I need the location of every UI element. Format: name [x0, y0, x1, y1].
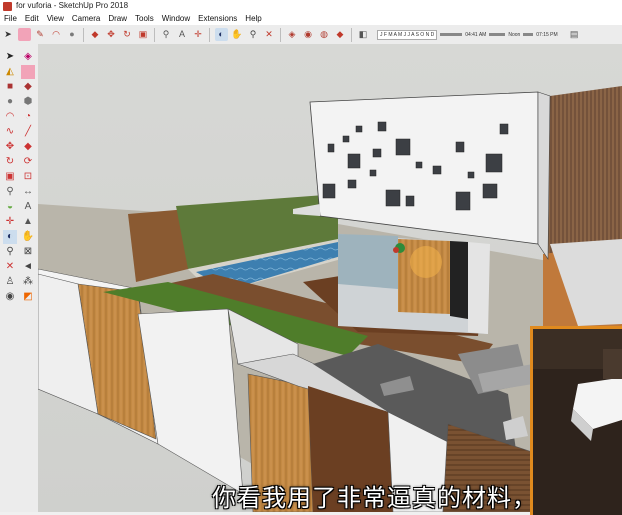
move-icon[interactable]: ✥ [3, 140, 17, 154]
eraser-alt-icon[interactable] [21, 65, 35, 79]
menu-edit[interactable]: Edit [21, 12, 43, 25]
section-plane-icon[interactable]: ◩ [21, 290, 35, 304]
circle-icon[interactable]: ● [3, 95, 17, 109]
rectangle-icon[interactable]: ■ [3, 80, 17, 94]
previous-view-icon[interactable]: ◄ [21, 260, 35, 274]
webcam-feed [533, 329, 622, 515]
ruby-icon[interactable]: ◆ [334, 28, 347, 41]
menu-tools[interactable]: Tools [131, 12, 158, 25]
look-around-icon[interactable]: ◉ [3, 290, 17, 304]
walk-icon[interactable]: ⁂ [21, 275, 35, 289]
polygon-icon[interactable]: ⬢ [21, 95, 35, 109]
toolbar-separator [209, 27, 210, 42]
zoom-extents-icon[interactable]: ✕ [263, 28, 276, 41]
menu-camera[interactable]: Camera [68, 12, 104, 25]
orbit-icon[interactable]: ◐ [214, 28, 228, 41]
offset-icon[interactable]: ▣ [137, 28, 150, 41]
menu-help[interactable]: Help [241, 12, 265, 25]
freehand-icon[interactable]: ∿ [3, 125, 17, 139]
push-pull-icon[interactable]: ◆ [21, 140, 35, 154]
arc-icon[interactable]: ◠ [50, 28, 63, 41]
circle-icon[interactable]: ● [66, 28, 79, 41]
3d-text-icon[interactable]: ▲ [21, 215, 35, 229]
sketchup-icon [3, 1, 12, 11]
video-subtitle: 你看我用了非常逼真的材料， [212, 484, 537, 512]
shadow-time-track-2[interactable] [523, 33, 534, 36]
orbit-icon[interactable]: ◐ [3, 230, 17, 244]
zoom-icon[interactable]: ⚲ [3, 245, 17, 259]
position-camera-icon[interactable]: ♙ [3, 275, 17, 289]
zoom-icon[interactable]: ⚲ [247, 28, 260, 41]
pan-icon[interactable]: ✋ [21, 230, 35, 244]
move-icon[interactable]: ✥ [105, 28, 118, 41]
shadow-time-end: 07:15 PM [536, 31, 558, 38]
select-icon[interactable]: ➤ [3, 50, 17, 64]
menu-extensions[interactable]: Extensions [194, 12, 241, 25]
offset-icon[interactable]: ⊡ [21, 170, 35, 184]
menu-bar: File Edit View Camera Draw Tools Window … [0, 12, 622, 25]
shadow-month-slider[interactable]: J F M A M J J A S O N D [377, 29, 438, 40]
text-icon[interactable]: A [176, 28, 189, 41]
webcam-overlay [530, 326, 622, 515]
eraser-icon[interactable]: ◈ [21, 50, 35, 64]
menu-view[interactable]: View [43, 12, 68, 25]
toolbar-separator [83, 27, 84, 42]
scale-icon[interactable]: ▣ [3, 170, 17, 184]
toolbar-separator [351, 27, 352, 42]
text-icon[interactable]: A [21, 200, 35, 214]
follow-me-icon[interactable]: ⟳ [21, 155, 35, 169]
menu-window[interactable]: Window [158, 12, 194, 25]
shadow-time-noon: Noon [508, 31, 521, 38]
menu-draw[interactable]: Draw [104, 12, 131, 25]
rotate-icon[interactable]: ↻ [121, 28, 134, 41]
extension-icon[interactable]: ◉ [302, 28, 315, 41]
main-toolbar: ➤ ✎ ◠ ● ◆ ✥ ↻ ▣ ⚲ A ✛ ◐ ✋ ⚲ ✕ ◈ ◉ ◍ ◆ ◧ … [0, 25, 622, 45]
line-icon[interactable]: ╱ [21, 125, 35, 139]
toolbar-separator [280, 27, 281, 42]
title-bar: for vuforia - SketchUp Pro 2018 [0, 0, 622, 12]
settings-icon[interactable]: ▤ [568, 28, 581, 41]
rotated-rectangle-icon[interactable]: ◆ [21, 80, 35, 94]
pencil-icon[interactable]: ✎ [34, 28, 47, 41]
dimension-icon[interactable]: ↔ [21, 185, 35, 199]
menu-file[interactable]: File [0, 12, 21, 25]
zoom-window-icon[interactable]: ⊠ [21, 245, 35, 259]
push-pull-icon[interactable]: ◆ [89, 28, 102, 41]
shadow-settings: J F M A M J J A S O N D 04:41 AM Noon 07… [377, 29, 558, 40]
window-title: for vuforia - SketchUp Pro 2018 [16, 1, 129, 10]
tape-measure-icon[interactable]: ⚲ [3, 185, 17, 199]
left-toolbar: ➤ ◈ ◭ ■ ◆ ● ⬢ ◠ ◔ ∿ ╱ ✥ ◆ ↻ ⟳ ▣ ⊡ ⚲ ↔ ◒ … [0, 44, 39, 512]
shadow-time-start: 04:41 AM [465, 31, 487, 38]
tape-measure-icon[interactable]: ⚲ [160, 28, 173, 41]
eraser-icon[interactable] [17, 28, 31, 41]
warehouse-icon[interactable]: ◈ [286, 28, 299, 41]
toolbar-separator [154, 27, 155, 42]
arc-icon[interactable]: ◠ [3, 110, 17, 124]
select-icon[interactable]: ➤ [2, 28, 15, 41]
rotate-icon[interactable]: ↻ [3, 155, 17, 169]
shadows-icon[interactable]: ◧ [357, 28, 370, 41]
shadow-time-slider[interactable] [440, 33, 463, 36]
component-icon[interactable]: ◍ [318, 28, 331, 41]
shadow-time-track[interactable] [489, 33, 506, 36]
pan-icon[interactable]: ✋ [231, 28, 244, 41]
zoom-extents-icon[interactable]: ✕ [3, 260, 17, 274]
paint-bucket-icon[interactable]: ◭ [3, 65, 17, 79]
axes-icon[interactable]: ✛ [192, 28, 205, 41]
protractor-icon[interactable]: ◒ [3, 200, 17, 214]
pie-icon[interactable]: ◔ [21, 110, 35, 124]
axes-icon[interactable]: ✛ [3, 215, 17, 229]
